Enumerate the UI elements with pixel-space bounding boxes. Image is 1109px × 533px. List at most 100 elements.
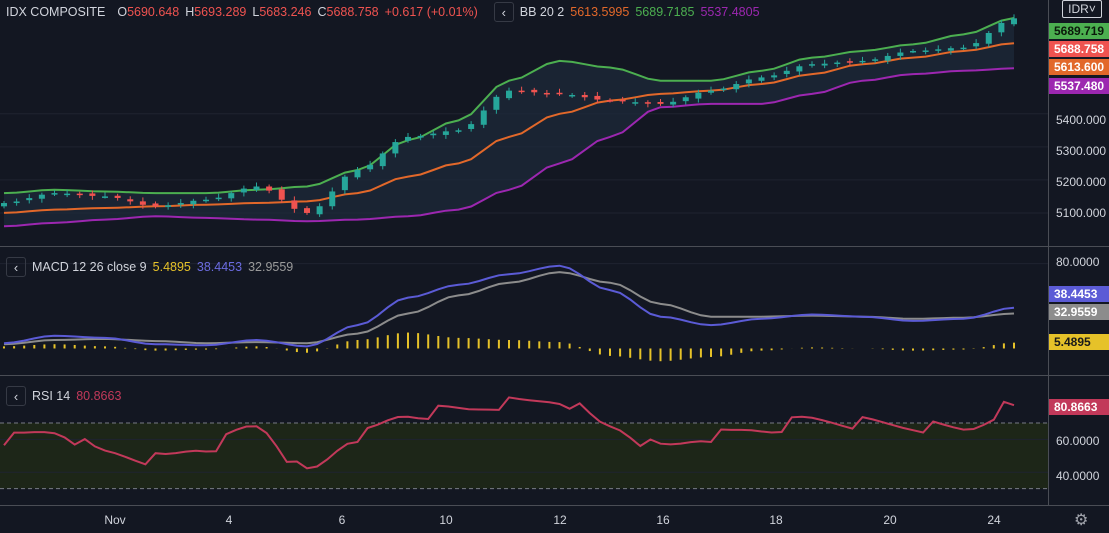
y-tick-label: 5400.000 (1056, 113, 1107, 127)
candle-body (316, 206, 323, 215)
candle-body (682, 97, 689, 102)
candle-body (430, 133, 437, 136)
candle-body (973, 43, 980, 47)
candle-body (228, 193, 235, 199)
candle-body (165, 205, 172, 207)
candle-body (76, 193, 83, 196)
x-tick-label: 10 (439, 513, 453, 527)
candle-body (367, 164, 374, 170)
rsi-y-tick-label: 60.0000 (1056, 434, 1100, 448)
candle-body (935, 49, 942, 51)
x-tick-label: Nov (104, 513, 126, 527)
candle-body (278, 189, 285, 200)
candle-body (13, 201, 20, 204)
bb-basis-value: 5613.5995 (570, 5, 630, 19)
macd-signal-value: 32.9559 (248, 260, 294, 274)
bb-label: BB 20 2 (519, 5, 565, 19)
low-value: 5683.246 (259, 5, 312, 19)
high-label: H (185, 5, 195, 19)
bb-collapse-button[interactable]: ‹ (493, 2, 514, 22)
close-label: C (317, 5, 327, 19)
symbol-name: IDX COMPOSITE (6, 5, 106, 19)
x-tick-label: 24 (987, 513, 1001, 527)
x-tick-label: 18 (769, 513, 783, 527)
candle-body (1, 203, 7, 207)
currency-label: IDR (1068, 2, 1089, 16)
candle-body (607, 100, 613, 102)
candle-body (884, 55, 891, 61)
candle-body (960, 47, 967, 50)
candle-body (405, 136, 411, 141)
rsi-label: RSI 14 (32, 389, 71, 403)
candle-body (89, 193, 96, 196)
chevron-down-icon: ˅ (1088, 2, 1096, 16)
gear-icon[interactable]: ⚙ (1074, 510, 1088, 530)
candle-body (569, 94, 576, 97)
rsi-chart[interactable] (0, 376, 1049, 505)
candle-body (215, 197, 222, 200)
candle-body (720, 88, 727, 91)
macd-signal-tag: 32.9559 (1049, 304, 1109, 320)
candle-body (304, 208, 310, 213)
x-tick-label: 4 (225, 513, 233, 527)
macd-label: MACD 12 26 close 9 (32, 260, 147, 274)
macd-signal-line (3, 271, 1015, 346)
candle-body (291, 200, 298, 209)
rsi-value: 80.8663 (76, 389, 122, 403)
price-axis-divider (1048, 0, 1049, 505)
candle-body (392, 142, 399, 154)
price-chart[interactable] (0, 0, 1049, 246)
candle-body (379, 153, 386, 167)
candle-body (644, 102, 651, 104)
candle-body (1011, 18, 1017, 25)
rsi-collapse-button[interactable]: ‹ (6, 386, 26, 406)
candle-body (51, 193, 58, 195)
candle-body (809, 64, 815, 66)
candle-body (594, 95, 601, 100)
rsi-value-tag: 80.8663 (1049, 399, 1109, 415)
macd-collapse-button[interactable]: ‹ (6, 257, 26, 277)
candle-body (846, 61, 853, 63)
macd-pane[interactable]: ‹ MACD 12 26 close 9 5.4895 38.4453 32.9… (0, 247, 1049, 375)
candle-body (127, 199, 134, 202)
currency-select[interactable]: IDR˅ (1062, 0, 1102, 18)
candle-body (442, 131, 449, 135)
price-pane[interactable]: IDX COMPOSITE O 5690.648 H 5693.289 L 5683.… (0, 0, 1049, 246)
bb-upper-tag: 5689.719 (1049, 23, 1109, 39)
candle-body (657, 102, 664, 104)
y-tick-label: 5200.000 (1056, 175, 1107, 189)
candle-body (783, 70, 790, 75)
candle-body (38, 194, 45, 199)
candle-body (531, 89, 538, 93)
rsi-pane[interactable]: ‹ RSI 14 80.8663 (0, 376, 1049, 505)
macd-line-tag: 38.4453 (1049, 286, 1109, 302)
candle-body (834, 62, 841, 65)
change-value: +0.617 (+0.01%) (384, 5, 478, 19)
close-price-tag: 5688.758 (1049, 41, 1109, 57)
macd-y-tick-label: 80.0000 (1056, 255, 1100, 269)
candle-body (998, 22, 1005, 33)
candle-body (26, 198, 33, 201)
macd-line-value: 38.4453 (196, 260, 243, 274)
candle-body (468, 124, 475, 129)
candle-body (455, 130, 462, 132)
rsi-legend: ‹ RSI 14 80.8663 (6, 386, 121, 406)
candle-body (190, 200, 197, 205)
low-label: L (252, 5, 260, 19)
candle-body (493, 96, 500, 110)
candle-body (619, 99, 626, 102)
macd-hist-tag: 5.4895 (1049, 334, 1109, 350)
candle-body (670, 101, 677, 105)
candle-body (139, 201, 146, 205)
candle-body (506, 90, 512, 99)
candle-body (632, 102, 639, 104)
bb-basis-tag: 5613.600 (1049, 59, 1109, 75)
candle-body (354, 169, 361, 178)
candle-body (695, 92, 702, 99)
candle-body (417, 135, 424, 138)
candle-body (758, 77, 765, 81)
candle-body (985, 32, 992, 44)
close-value: 5688.758 (326, 5, 379, 19)
x-tick-label: 16 (656, 513, 670, 527)
rsi-band-fill (0, 423, 1049, 489)
